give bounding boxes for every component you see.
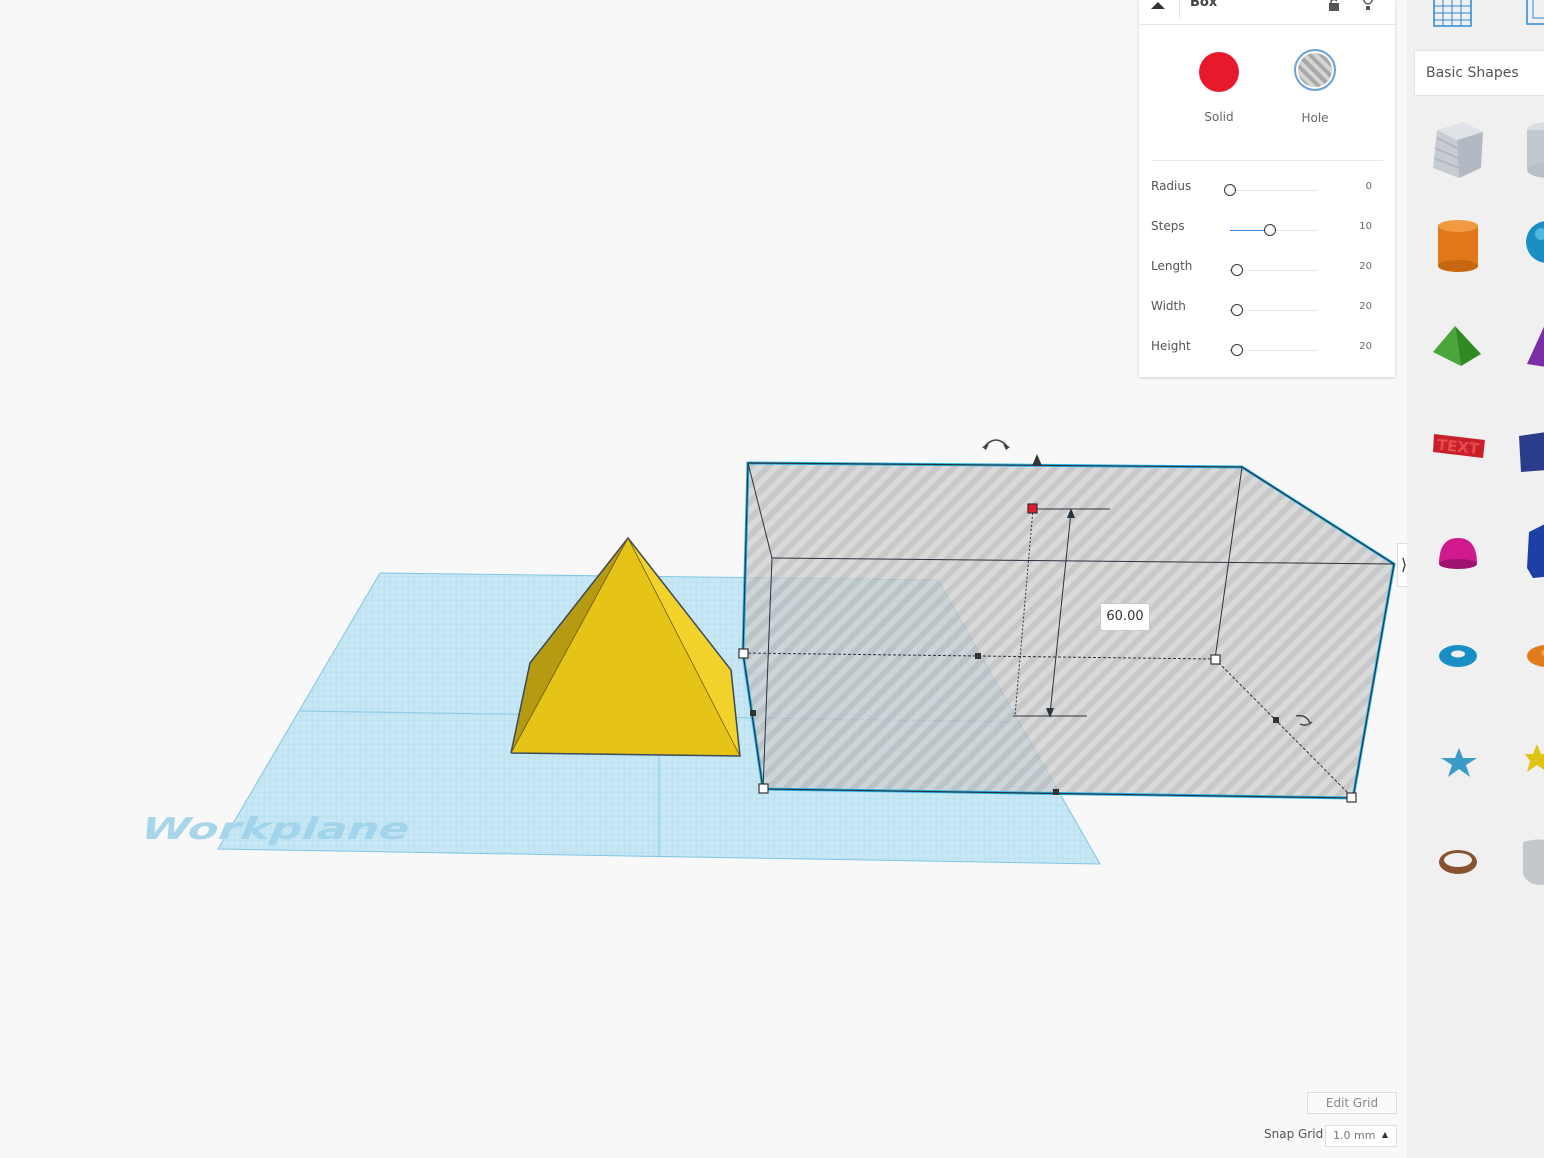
box-shape-icon[interactable] <box>1429 118 1485 186</box>
slider-track[interactable] <box>1230 270 1318 271</box>
slider-knob[interactable] <box>1263 224 1276 236</box>
polygon-shape-icon[interactable] <box>1523 522 1544 586</box>
param-value[interactable]: 0 <box>1366 181 1372 192</box>
text-shape-icon[interactable]: TEXT <box>1431 428 1487 468</box>
slider-track[interactable] <box>1230 190 1318 191</box>
ruler-icon[interactable] <box>1523 0 1544 34</box>
param-label: Radius <box>1151 179 1192 193</box>
hole-label: Hole <box>1301 111 1329 125</box>
sphere-shape-icon[interactable] <box>1523 220 1544 270</box>
paraboloid-shape-icon[interactable] <box>1517 834 1544 894</box>
param-value[interactable]: 20 <box>1359 301 1372 312</box>
pyramid-shape[interactable] <box>510 536 741 757</box>
param-value[interactable]: 20 <box>1359 341 1372 352</box>
handle-mid-back[interactable] <box>975 653 981 659</box>
inspector-header: Box <box>1139 0 1395 25</box>
snap-grid-value: 1.0 mm <box>1333 1129 1376 1142</box>
roof-shape-icon[interactable] <box>1431 322 1483 372</box>
dimension-input[interactable]: 60.00 <box>1100 603 1150 631</box>
handle-mid-right[interactable] <box>1273 717 1279 723</box>
handle-front-right[interactable] <box>1346 792 1357 803</box>
slider-knob[interactable] <box>1224 184 1236 196</box>
lift-arrow[interactable] <box>1032 454 1042 466</box>
svg-text:TEXT: TEXT <box>1436 436 1481 458</box>
param-value[interactable]: 20 <box>1359 261 1372 272</box>
param-length: Length 20 <box>1151 259 1383 282</box>
solid-label: Solid <box>1204 110 1234 124</box>
slider-knob[interactable] <box>1231 264 1244 276</box>
tube-shape-icon[interactable] <box>1523 638 1544 676</box>
slider-track[interactable] <box>1230 310 1318 311</box>
param-width: Width 20 <box>1151 299 1383 322</box>
cylinder-hole-shape-icon[interactable] <box>1521 120 1544 184</box>
star-yellow-shape-icon[interactable] <box>1523 742 1544 780</box>
snap-grid-select[interactable]: 1.0 mm ▲ <box>1325 1125 1397 1147</box>
handle-left[interactable] <box>738 648 749 659</box>
solid-swatch-icon <box>1199 52 1239 92</box>
cylinder-shape-icon[interactable] <box>1435 216 1481 278</box>
slider-knob[interactable] <box>1231 304 1244 316</box>
param-height: Height 20 <box>1151 339 1383 362</box>
divider <box>1151 160 1383 161</box>
snap-grid-label: Snap Grid <box>1264 1127 1324 1141</box>
param-label: Width <box>1151 299 1186 313</box>
height-handle[interactable] <box>1027 503 1038 514</box>
param-label: Length <box>1151 259 1193 273</box>
hole-button[interactable]: Hole <box>1275 49 1355 132</box>
shape-category-label: Basic Shapes <box>1426 65 1519 81</box>
solid-button[interactable]: Solid <box>1179 52 1259 132</box>
half-sphere-shape-icon[interactable] <box>1437 534 1479 576</box>
param-value[interactable]: 10 <box>1359 221 1372 232</box>
star-shape-icon[interactable] <box>1437 746 1481 784</box>
cone-shape-icon[interactable] <box>1525 318 1544 374</box>
param-label: Steps <box>1151 219 1185 233</box>
param-radius: Radius 0 <box>1151 179 1383 202</box>
hole-box-shape[interactable] <box>741 461 1396 800</box>
collapse-icon[interactable] <box>1149 0 1180 18</box>
shape-library: Basic Shapes TEXT <box>1407 0 1544 1158</box>
handle-mid-left[interactable] <box>750 710 756 716</box>
handle-back-right[interactable] <box>1210 654 1221 665</box>
ring-shape-icon[interactable] <box>1437 846 1481 882</box>
workplane-label: Workplane <box>139 812 412 847</box>
lock-icon[interactable] <box>1327 0 1341 12</box>
slider-knob[interactable] <box>1231 344 1244 356</box>
workplane-icon[interactable] <box>1433 0 1473 34</box>
param-label: Height <box>1151 339 1191 353</box>
caret-up-icon: ▲ <box>1381 1130 1388 1139</box>
box-blue-shape-icon[interactable] <box>1517 430 1544 480</box>
handle-mid-front[interactable] <box>1053 789 1059 795</box>
shape-inspector: Box Solid Hole Radius 0 Steps 10 Length … <box>1139 0 1395 377</box>
handle-front-left[interactable] <box>758 783 769 794</box>
inspector-title: Box <box>1190 0 1218 10</box>
rotate-icon[interactable] <box>982 439 1010 450</box>
slider-track[interactable] <box>1230 350 1318 351</box>
hole-swatch-icon <box>1294 49 1336 91</box>
shape-category-dropdown[interactable]: Basic Shapes <box>1414 50 1544 96</box>
edit-grid-button[interactable]: Edit Grid <box>1307 1092 1397 1114</box>
lightbulb-icon[interactable] <box>1361 0 1375 13</box>
param-steps: Steps 10 <box>1151 219 1383 242</box>
torus-shape-icon[interactable] <box>1437 640 1481 676</box>
